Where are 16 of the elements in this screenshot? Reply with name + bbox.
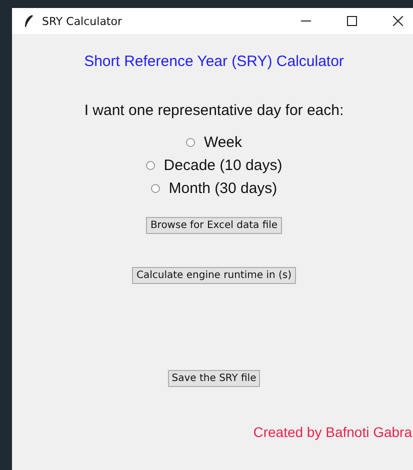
close-icon[interactable] bbox=[393, 16, 403, 26]
browse-button[interactable]: Browse for Excel data file bbox=[146, 217, 282, 234]
radio-circle[interactable] bbox=[186, 138, 195, 147]
calculate-button[interactable]: Calculate engine runtime in (s) bbox=[132, 267, 296, 284]
feather-icon bbox=[24, 15, 34, 27]
radio-circle[interactable] bbox=[150, 184, 160, 193]
radio-option[interactable]: Decade (10 days) bbox=[146, 156, 282, 175]
save-button[interactable]: Save the SRY file bbox=[168, 370, 260, 387]
credit-text: Created by Bafnoti Gabra bbox=[253, 424, 412, 440]
radio-option[interactable]: Month (30 days) bbox=[150, 179, 278, 198]
radio-circle[interactable] bbox=[146, 161, 155, 170]
radio-option[interactable]: Week bbox=[186, 133, 242, 152]
app-heading: Short Reference Year (SRY) Calculator bbox=[84, 53, 344, 70]
window-title: SRY Calculator bbox=[42, 14, 122, 28]
maximize-icon[interactable] bbox=[347, 16, 357, 26]
prompt-text: I want one representative day for each: bbox=[84, 102, 344, 119]
